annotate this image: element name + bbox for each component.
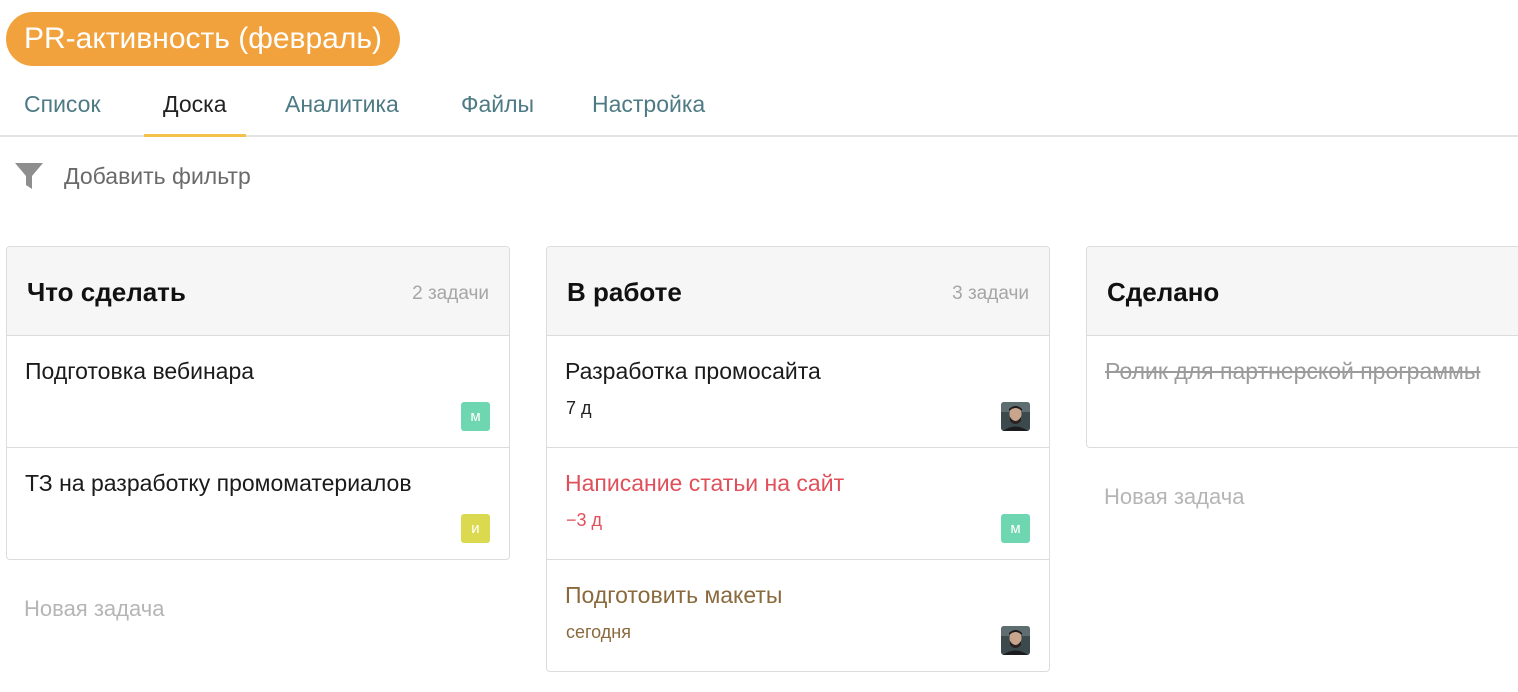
task-card[interactable]: ТЗ на разработку промоматериалов и: [7, 448, 509, 559]
column-title: Сделано: [1107, 277, 1220, 307]
tab-board[interactable]: Доска: [144, 74, 245, 137]
tab-list[interactable]: Список: [24, 74, 101, 135]
add-filter-button[interactable]: Добавить фильтр: [14, 158, 251, 194]
task-card[interactable]: Подготовить макеты сегодня: [547, 560, 1049, 671]
new-task-button[interactable]: Новая задача: [24, 596, 510, 622]
tab-analytics[interactable]: Аналитика: [285, 74, 399, 135]
column-header: В работе 3 задачи: [547, 247, 1049, 336]
column-header: Что сделать 2 задачи: [7, 247, 509, 336]
user-photo-icon[interactable]: [1001, 626, 1030, 655]
task-due-label: сегодня: [566, 622, 631, 642]
new-task-button[interactable]: Новая задача: [1104, 484, 1518, 510]
tab-files[interactable]: Файлы: [461, 74, 534, 135]
board-column-done: Сделано Ролик для партнерской программы …: [1086, 246, 1518, 510]
task-card[interactable]: Ролик для партнерской программы: [1087, 336, 1518, 447]
view-tabs: Список Доска Аналитика Файлы Настройка: [0, 74, 1518, 137]
assignee-avatar[interactable]: и: [461, 514, 490, 543]
column-task-count: 2 задачи: [412, 283, 489, 304]
column-header: Сделано: [1087, 247, 1518, 336]
task-due-label: −3 д: [566, 510, 603, 530]
task-title: Подготовить макеты: [565, 582, 783, 608]
user-photo-icon[interactable]: [1001, 402, 1030, 431]
column-box: Сделано Ролик для партнерской программы: [1086, 246, 1518, 448]
column-box: В работе 3 задачи Разработка промосайта …: [546, 246, 1050, 672]
funnel-icon: [14, 161, 44, 191]
task-card[interactable]: Написание статьи на сайт −3 д м: [547, 448, 1049, 560]
task-title: ТЗ на разработку промоматериалов: [25, 470, 412, 496]
tab-settings[interactable]: Настройка: [592, 74, 705, 135]
assignee-avatar[interactable]: м: [1001, 514, 1030, 543]
column-title: Что сделать: [27, 277, 186, 307]
task-due-label: 7 д: [566, 398, 592, 418]
add-filter-label: Добавить фильтр: [64, 162, 251, 189]
board-column-todo: Что сделать 2 задачи Подготовка вебинара…: [6, 246, 510, 622]
task-title: Подготовка вебинара: [25, 358, 255, 384]
project-title[interactable]: PR-активность (февраль): [6, 12, 400, 66]
column-title: В работе: [567, 277, 682, 307]
task-card[interactable]: Разработка промосайта 7 д: [547, 336, 1049, 448]
task-title: Разработка промосайта: [565, 358, 821, 384]
board-column-in-progress: В работе 3 задачи Разработка промосайта …: [546, 246, 1050, 672]
column-box: Что сделать 2 задачи Подготовка вебинара…: [6, 246, 510, 560]
task-title: Написание статьи на сайт: [565, 470, 845, 496]
assignee-avatar[interactable]: м: [461, 402, 490, 431]
task-card[interactable]: Подготовка вебинара м: [7, 336, 509, 448]
task-title: Ролик для партнерской программы: [1105, 358, 1481, 384]
column-task-count: 3 задачи: [952, 283, 1029, 304]
